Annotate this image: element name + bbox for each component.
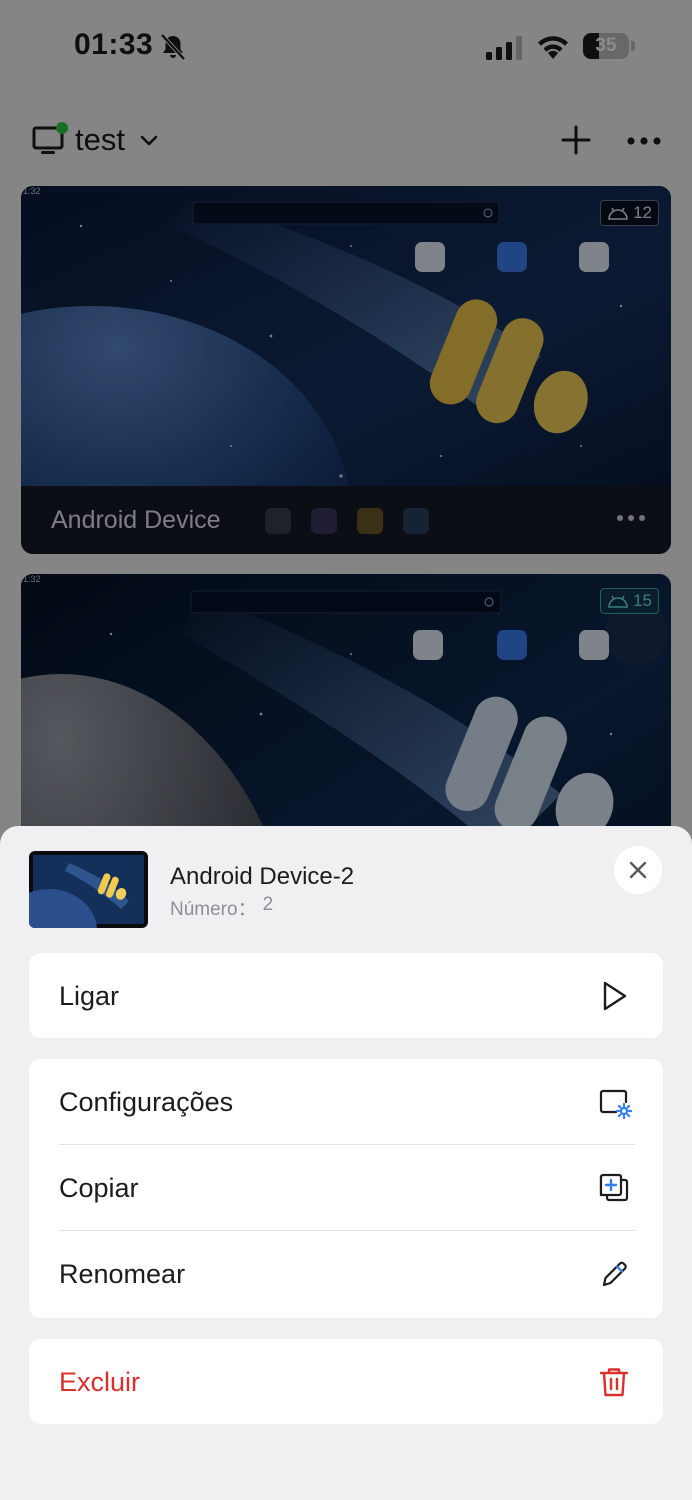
screen-settings-icon (599, 1089, 632, 1120)
trash-icon (599, 1368, 629, 1397)
device-number: Número： 2 (170, 894, 273, 921)
action-group-delete: Excluir (29, 1339, 663, 1424)
action-group-manage: Configurações Copiar Renomear (29, 1059, 663, 1318)
device-number-value: 2 (262, 894, 274, 915)
rename-button[interactable]: Renomear (29, 1231, 663, 1317)
close-icon (629, 861, 647, 879)
device-number-label: Número： (170, 899, 257, 920)
start-label: Ligar (59, 981, 120, 1011)
start-button[interactable]: Ligar (29, 953, 663, 1038)
settings-button[interactable]: Configurações (29, 1059, 663, 1145)
copy-label: Copiar (59, 1173, 139, 1203)
copy-icon (599, 1173, 629, 1202)
delete-button[interactable]: Excluir (29, 1339, 663, 1424)
sheet-device-name: Android Device-2 (170, 863, 355, 890)
copy-button[interactable]: Copiar (29, 1145, 663, 1231)
settings-label: Configurações (59, 1087, 234, 1117)
delete-label: Excluir (59, 1367, 141, 1397)
action-group-power: Ligar (29, 953, 663, 1038)
device-action-sheet: Android Device-2 Número： 2 Ligar Configu… (0, 826, 692, 1500)
close-button[interactable] (614, 846, 662, 894)
rename-label: Renomear (59, 1259, 186, 1289)
pencil-icon (602, 1261, 627, 1287)
device-thumbnail (29, 851, 148, 928)
play-icon (603, 981, 627, 1011)
